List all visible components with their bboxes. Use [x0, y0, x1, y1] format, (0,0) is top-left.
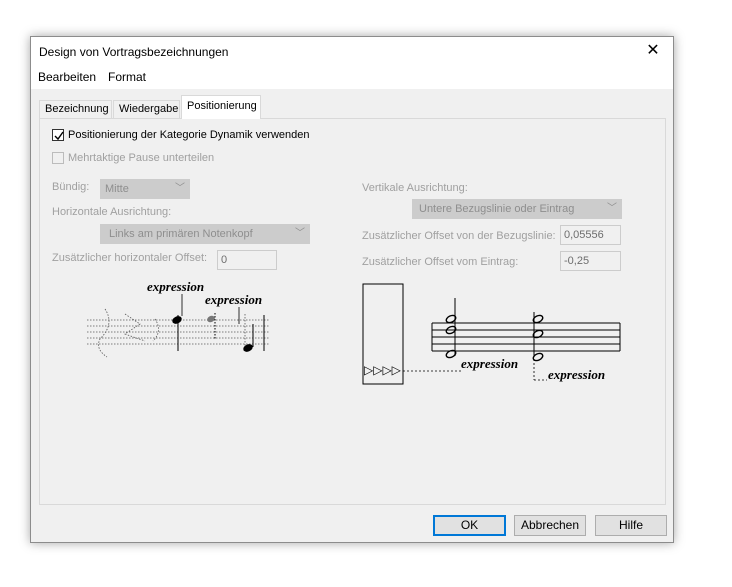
offset-baseline-label: Zusätzlicher Offset von der Bezugslinie: — [362, 230, 556, 242]
menu-bar: Bearbeiten Format — [31, 67, 673, 89]
vertical-align-label: Vertikale Ausrichtung: — [362, 182, 468, 194]
cancel-button[interactable]: Abbrechen — [514, 515, 586, 536]
tab-positionierung[interactable]: Positionierung — [181, 95, 261, 119]
checkmark-icon — [54, 131, 64, 141]
ok-button[interactable]: OK — [433, 515, 506, 536]
use-category-label: Positionierung der Kategorie Dynamik ver… — [68, 129, 310, 141]
alignment-value: Mitte — [105, 183, 129, 195]
alignment-select[interactable]: Mitte ﹀ — [100, 179, 190, 199]
dialog-title: Design von Vortragsbezeichnungen — [39, 45, 229, 59]
offset-baseline-field[interactable]: 0,05556 — [560, 225, 621, 245]
tab-panel: Positionierung der Kategorie Dynamik ver… — [39, 118, 666, 505]
preview-expression-text-1: expression — [147, 279, 204, 294]
use-category-checkbox[interactable] — [52, 129, 64, 141]
menu-bearbeiten[interactable]: Bearbeiten — [38, 70, 96, 84]
offset-entry-label: Zusätzlicher Offset vom Eintrag: — [362, 256, 519, 268]
tab-bezeichnung[interactable]: Bezeichnung — [39, 100, 112, 118]
triangle-arrows-icon: ▷▷▷▷ — [364, 363, 402, 377]
menu-format[interactable]: Format — [108, 70, 146, 84]
horizontal-align-label: Horizontale Ausrichtung: — [52, 206, 172, 218]
preview-expression-text-2: expression — [205, 292, 262, 307]
preview-expression-text-3: expression — [461, 356, 518, 371]
horizontal-align-value: Links am primären Notenkopf — [109, 228, 253, 240]
close-icon[interactable]: ✕ — [633, 37, 673, 67]
chevron-down-icon: ﹀ — [295, 228, 305, 239]
tab-wiedergabe[interactable]: Wiedergabe — [113, 100, 180, 118]
horizontal-preview: expression expression — [87, 279, 270, 358]
horizontal-align-select[interactable]: Links am primären Notenkopf ﹀ — [100, 224, 310, 244]
chevron-down-icon: ﹀ — [607, 203, 617, 214]
vertical-align-select[interactable]: Untere Bezugslinie oder Eintrag ﹀ — [412, 199, 622, 219]
split-rest-label: Mehrtaktige Pause unterteilen — [68, 152, 215, 164]
horizontal-offset-label: Zusätzlicher horizontaler Offset: — [52, 252, 208, 264]
chevron-down-icon: ﹀ — [175, 183, 185, 194]
preview-expression-text-4: expression — [548, 367, 605, 382]
split-rest-checkbox[interactable] — [52, 152, 64, 164]
vertical-preview: ▷▷▷▷ expression expression — [362, 283, 621, 385]
vertical-align-value: Untere Bezugslinie oder Eintrag — [419, 203, 575, 215]
offset-entry-field[interactable]: -0,25 — [560, 251, 621, 271]
dialog-window: Design von Vortragsbezeichnungen ✕ Bearb… — [30, 36, 674, 543]
alignment-label: Bündig: — [52, 181, 90, 193]
horizontal-offset-field[interactable]: 0 — [217, 250, 277, 270]
help-button[interactable]: Hilfe — [595, 515, 667, 536]
title-bar: Design von Vortragsbezeichnungen ✕ — [31, 37, 673, 67]
